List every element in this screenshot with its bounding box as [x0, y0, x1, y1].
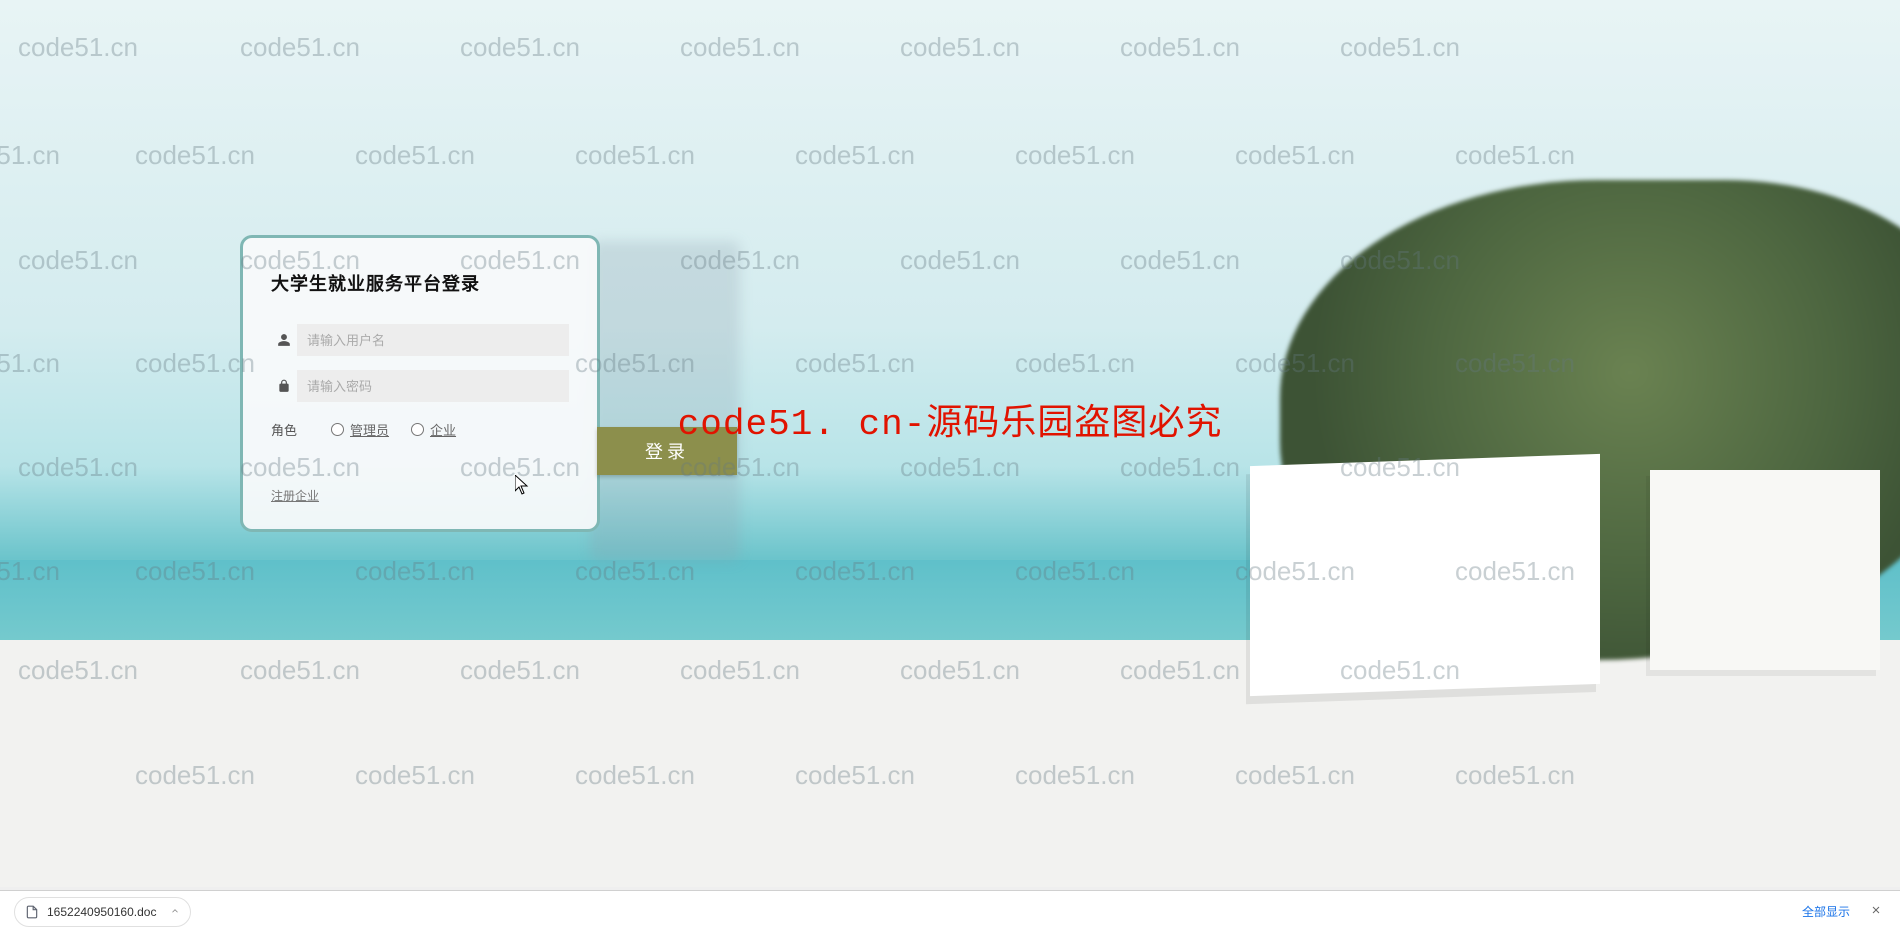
chevron-up-icon: [170, 905, 180, 919]
role-radio-enterprise[interactable]: [411, 423, 424, 436]
username-input[interactable]: [297, 324, 569, 356]
close-download-bar-button[interactable]: [1866, 899, 1886, 925]
lock-icon: [271, 379, 297, 393]
download-item[interactable]: 1652240950160.doc: [14, 897, 191, 927]
role-radio-admin[interactable]: [331, 423, 344, 436]
register-enterprise-link[interactable]: 注册企业: [271, 487, 319, 504]
login-card: 大学生就业服务平台登录 角色 管理员 企业 登录 注册企业: [240, 235, 600, 532]
download-filename: 1652240950160.doc: [47, 905, 156, 919]
watermark-center-text: code51. cn-源码乐园盗图必究: [678, 393, 1223, 445]
download-bar: 1652240950160.doc 全部显示: [0, 890, 1900, 932]
file-icon: [25, 904, 39, 920]
user-icon: [271, 333, 297, 347]
role-option-enterprise[interactable]: 企业: [430, 420, 456, 439]
show-all-downloads-link[interactable]: 全部显示: [1802, 903, 1850, 920]
role-label: 角色: [271, 420, 331, 439]
role-option-admin[interactable]: 管理员: [350, 420, 389, 439]
password-row: [271, 370, 569, 402]
close-icon: [1870, 904, 1882, 916]
role-row: 角色 管理员 企业: [271, 420, 569, 439]
login-title: 大学生就业服务平台登录: [271, 270, 569, 296]
username-row: [271, 324, 569, 356]
password-input[interactable]: [297, 370, 569, 402]
